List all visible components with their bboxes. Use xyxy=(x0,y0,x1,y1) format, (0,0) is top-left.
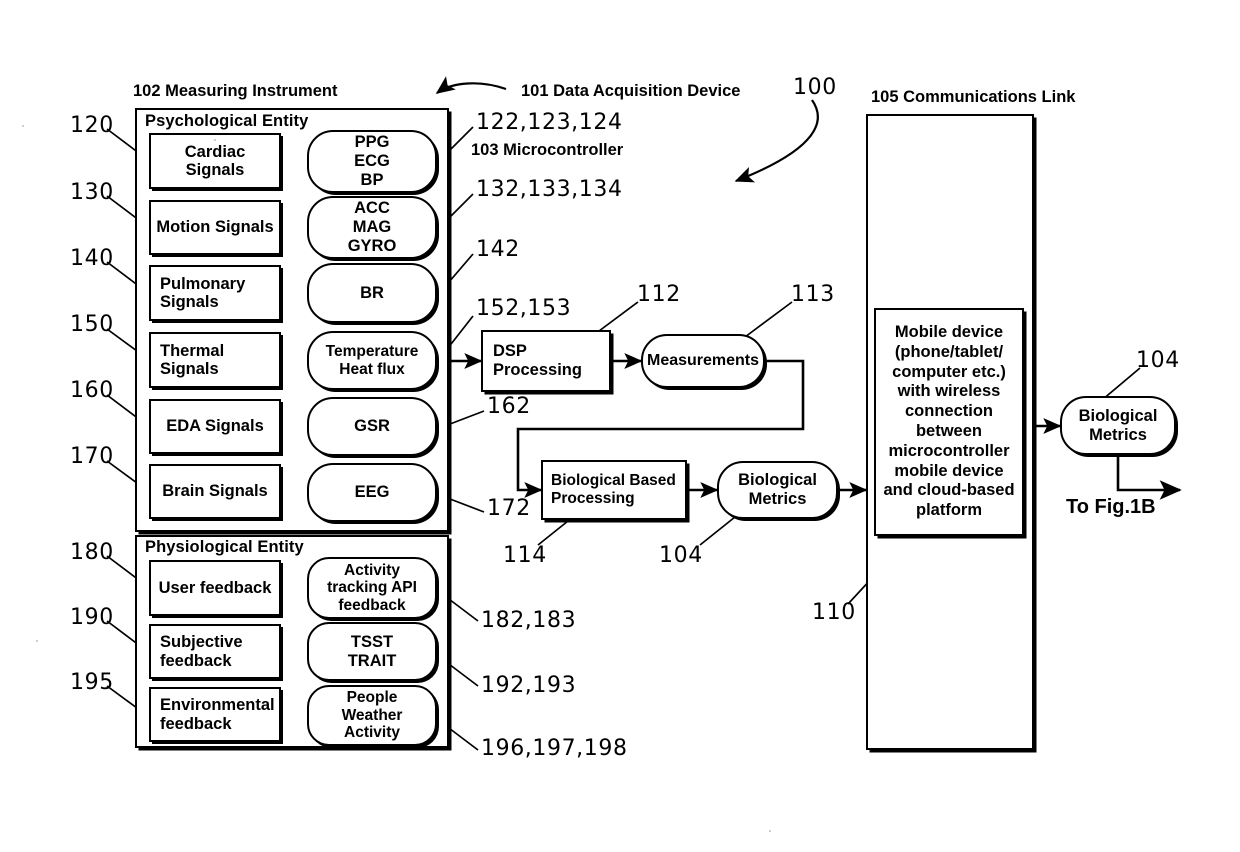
label-103-microcontroller: 103 Microcontroller xyxy=(471,141,624,159)
ref-152-153: 152,153 xyxy=(476,296,572,321)
ref-190: 190 xyxy=(70,605,114,630)
ref-160: 160 xyxy=(70,378,114,403)
sensor-gsr: GSR xyxy=(307,397,437,456)
ref-172: 172 xyxy=(487,496,531,521)
ref-132-133-134: 132,133,134 xyxy=(476,177,623,202)
to-fig-1b-label: To Fig.1B xyxy=(1066,496,1156,518)
signal-source-eda: EDA Signals xyxy=(149,399,281,454)
biological-metrics-node: Biological Metrics xyxy=(717,461,838,519)
label-102-measuring-instrument: 102 Measuring Instrument xyxy=(133,82,338,100)
signal-source-motion: Motion Signals xyxy=(149,200,281,255)
sensor-eeg: EEG xyxy=(307,463,437,522)
feedback-source-subjective: Subjective feedback xyxy=(149,624,281,679)
feedback-source-user: User feedback xyxy=(149,560,281,616)
physiological-entity-title: Physiological Entity xyxy=(145,538,304,556)
sensor-br: BR xyxy=(307,263,437,323)
ref-182-183: 182,183 xyxy=(481,608,577,633)
mobile-device-label: Mobile device (phone/tablet/ computer et… xyxy=(883,323,1015,520)
feedback-activity-tracking-api: Activity tracking API feedback xyxy=(307,557,437,619)
label-101-data-acquisition-device: 101 Data Acquisition Device xyxy=(521,82,741,100)
ref-104-output: 104 xyxy=(1136,348,1180,373)
scan-speckle xyxy=(214,139,216,141)
biological-based-processing-block: Biological Based Processing xyxy=(541,460,687,520)
ref-140: 140 xyxy=(70,246,114,271)
sensor-ppg-ecg-bp: PPG ECG BP xyxy=(307,130,437,193)
ref-170: 170 xyxy=(70,444,114,469)
ref-192-193: 192,193 xyxy=(481,673,577,698)
ref-162: 162 xyxy=(487,394,531,419)
scan-speckle xyxy=(769,830,771,832)
ref-104-metrics: 104 xyxy=(659,543,703,568)
scan-speckle xyxy=(36,640,38,642)
signal-source-cardiac: Cardiac Signals xyxy=(149,133,281,189)
ref-114: 114 xyxy=(503,543,547,568)
feedback-tsst-trait: TSST TRAIT xyxy=(307,622,437,681)
ref-142: 142 xyxy=(476,237,520,262)
measurements-node: Measurements xyxy=(641,334,765,388)
ref-180: 180 xyxy=(70,540,114,565)
mobile-device-block: Mobile device (phone/tablet/ computer et… xyxy=(874,308,1024,536)
scan-speckle xyxy=(22,125,24,127)
ref-130: 130 xyxy=(70,180,114,205)
patent-figure-canvas: 102 Measuring Instrument 101 Data Acquis… xyxy=(0,0,1240,852)
label-105-communications-link: 105 Communications Link xyxy=(871,88,1076,106)
biological-metrics-output-node: Biological Metrics xyxy=(1060,396,1176,455)
ref-100-system: 100 xyxy=(793,75,837,100)
dsp-processing-block: DSP Processing xyxy=(481,330,611,392)
ref-112: 112 xyxy=(637,282,681,307)
psychological-entity-title: Psychological Entity xyxy=(145,112,309,130)
ref-150: 150 xyxy=(70,312,114,337)
signal-source-thermal: Thermal Signals xyxy=(149,332,281,388)
ref-195: 195 xyxy=(70,670,114,695)
sensor-acc-mag-gyro: ACC MAG GYRO xyxy=(307,196,437,259)
feedback-people-weather-activity: People Weather Activity xyxy=(307,685,437,746)
ref-120: 120 xyxy=(70,113,114,138)
ref-122-123-124: 122,123,124 xyxy=(476,110,623,135)
signal-source-brain: Brain Signals xyxy=(149,464,281,519)
signal-source-pulmonary: Pulmonary Signals xyxy=(149,265,281,321)
sensor-temperature-heat-flux: Temperature Heat flux xyxy=(307,331,437,390)
feedback-source-environmental: Environmental feedback xyxy=(149,687,281,742)
ref-196-197-198: 196,197,198 xyxy=(481,736,628,761)
ref-113: 113 xyxy=(791,282,835,307)
ref-110: 110 xyxy=(812,600,856,625)
